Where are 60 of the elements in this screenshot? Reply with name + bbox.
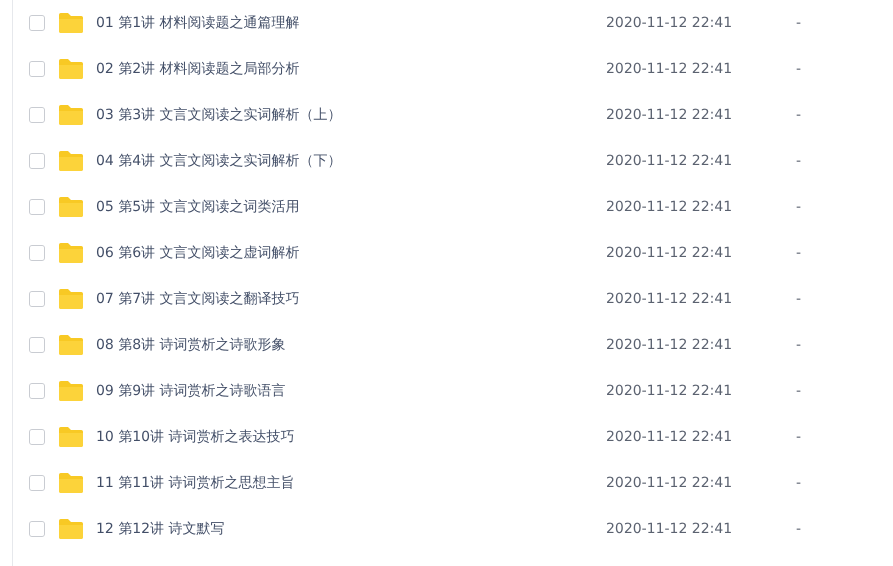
row-checkbox[interactable] bbox=[29, 521, 45, 537]
file-size: - bbox=[796, 521, 802, 537]
folder-icon bbox=[58, 288, 84, 310]
file-size: - bbox=[796, 199, 802, 215]
file-name[interactable]: 03 第3讲 文言文阅读之实词解析（上） bbox=[96, 106, 606, 124]
modified-date: 2020-11-12 22:41 bbox=[606, 15, 734, 31]
file-size: - bbox=[796, 291, 802, 307]
row-checkbox[interactable] bbox=[29, 245, 45, 261]
folder-icon bbox=[58, 380, 84, 402]
modified-date: 2020-11-12 22:41 bbox=[606, 291, 734, 307]
file-size: - bbox=[796, 15, 802, 31]
row-checkbox[interactable] bbox=[29, 107, 45, 123]
file-size: - bbox=[796, 475, 802, 491]
modified-date: 2020-11-12 22:41 bbox=[606, 199, 734, 215]
folder-icon bbox=[58, 472, 84, 494]
modified-date: 2020-11-12 22:41 bbox=[606, 245, 734, 261]
file-size: - bbox=[796, 107, 802, 123]
file-name[interactable]: 08 第8讲 诗词赏析之诗歌形象 bbox=[96, 336, 606, 354]
file-name[interactable]: 09 第9讲 诗词赏析之诗歌语言 bbox=[96, 382, 606, 400]
file-size: - bbox=[796, 61, 802, 77]
row-checkbox[interactable] bbox=[29, 475, 45, 491]
modified-date: 2020-11-12 22:41 bbox=[606, 61, 734, 77]
row-checkbox[interactable] bbox=[29, 291, 45, 307]
file-name[interactable]: 07 第7讲 文言文阅读之翻译技巧 bbox=[96, 290, 606, 308]
folder-icon bbox=[58, 150, 84, 172]
row-checkbox[interactable] bbox=[29, 61, 45, 77]
row-checkbox[interactable] bbox=[29, 429, 45, 445]
folder-icon bbox=[58, 242, 84, 264]
folder-icon bbox=[58, 334, 84, 356]
folder-icon bbox=[58, 104, 84, 126]
file-size: - bbox=[796, 383, 802, 399]
file-name[interactable]: 11 第11讲 诗词赏析之思想主旨 bbox=[96, 474, 606, 492]
row-checkbox[interactable] bbox=[29, 153, 45, 169]
folder-icon bbox=[58, 12, 84, 34]
modified-date: 2020-11-12 22:41 bbox=[606, 521, 734, 537]
modified-date: 2020-11-12 22:41 bbox=[606, 383, 734, 399]
file-name[interactable]: 02 第2讲 材料阅读题之局部分析 bbox=[96, 60, 606, 78]
file-name[interactable]: 10 第10讲 诗词赏析之表达技巧 bbox=[96, 428, 606, 446]
row-checkbox[interactable] bbox=[29, 337, 45, 353]
folder-icon bbox=[58, 518, 84, 540]
file-name[interactable]: 04 第4讲 文言文阅读之实词解析（下） bbox=[96, 152, 606, 170]
file-name[interactable]: 12 第12讲 诗文默写 bbox=[96, 520, 606, 538]
modified-date: 2020-11-12 22:41 bbox=[606, 429, 734, 445]
file-size: - bbox=[796, 153, 802, 169]
row-checkbox[interactable] bbox=[29, 383, 45, 399]
modified-date: 2020-11-12 22:41 bbox=[606, 475, 734, 491]
modified-date: 2020-11-12 22:41 bbox=[606, 107, 734, 123]
file-size: - bbox=[796, 429, 802, 445]
file-name[interactable]: 05 第5讲 文言文阅读之词类活用 bbox=[96, 198, 606, 216]
file-size: - bbox=[796, 337, 802, 353]
file-name[interactable]: 06 第6讲 文言文阅读之虚词解析 bbox=[96, 244, 606, 262]
folder-icon bbox=[58, 426, 84, 448]
row-checkbox[interactable] bbox=[29, 15, 45, 31]
modified-date: 2020-11-12 22:41 bbox=[606, 337, 734, 353]
folder-icon bbox=[58, 58, 84, 80]
file-size: - bbox=[796, 245, 802, 261]
modified-date: 2020-11-12 22:41 bbox=[606, 153, 734, 169]
row-checkbox[interactable] bbox=[29, 199, 45, 215]
file-name[interactable]: 01 第1讲 材料阅读题之通篇理解 bbox=[96, 14, 606, 32]
folder-icon bbox=[58, 196, 84, 218]
